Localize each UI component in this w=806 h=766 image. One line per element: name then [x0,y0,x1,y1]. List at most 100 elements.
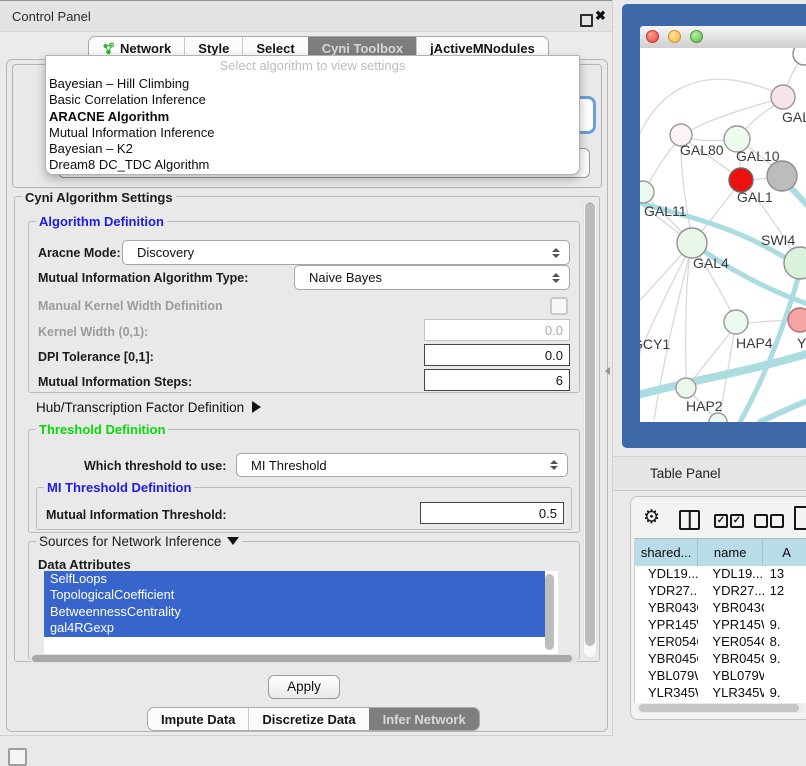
table-cell: YBR045C [635,651,698,668]
mode-tab-infer-network[interactable]: Infer Network [369,708,479,730]
attribute-list-item[interactable]: TopologicalCoefficient [44,587,545,603]
attribute-list-item[interactable]: SelfLoops [44,571,545,587]
table-row[interactable]: YLR345WYLR345W9. [635,685,806,702]
network-node-Y[interactable] [788,308,806,332]
split-columns-icon[interactable] [679,510,700,530]
dpi-tolerance-value: 0.0 [545,348,563,363]
dropdown-placeholder: Select algorithm to view settings [46,56,579,76]
table-cell: YDL19... [698,566,763,583]
settings-scrollbar-thumb[interactable] [585,202,595,646]
table-hscrollbar-thumb[interactable] [639,704,799,712]
table-cell [764,600,806,617]
table-row[interactable]: YBL079WYBL079W [635,668,806,685]
which-threshold-select[interactable]: MI Threshold [236,453,568,477]
sources-hscrollbar-thumb[interactable] [32,655,572,662]
table-row[interactable]: YBR045CYBR045C9. [635,651,806,668]
tab-label: jActiveMNodules [430,41,535,56]
node-label-Y: Y [797,335,806,351]
hub-definition-label: Hub/Transcription Factor Definition [36,400,244,415]
network-node-GAL[interactable] [771,85,795,109]
network-node-HAP2[interactable] [676,378,696,398]
table-row[interactable]: YDR27...YDR27...12 [635,583,806,600]
table-body: YDL19...YDL19...13YDR27...YDR27...12YBR0… [635,566,806,703]
algorithm-option[interactable]: Dream8 DC_TDC Algorithm [46,157,579,173]
mi-threshold-input[interactable]: 0.5 [420,502,564,524]
column-header-shared-[interactable]: shared... [635,539,698,566]
network-node-gray[interactable] [767,161,797,191]
network-node-HAP4[interactable] [724,310,748,334]
network-node-top[interactable] [793,48,806,65]
dpi-tolerance-input[interactable]: 0.0 [424,344,570,366]
aracne-mode-select[interactable]: Discovery [122,240,570,265]
table-row[interactable]: YPR145WYPR145W9. [635,617,806,634]
network-edge [640,79,783,188]
splitter-collapse-icon[interactable] [605,367,610,375]
algorithm-option[interactable]: Basic Correlation Inference [46,92,579,108]
select-all-icon[interactable]: ✓ [730,514,744,528]
table-cell: YLR345W [635,685,698,702]
table-row[interactable]: YDL19...YDL19...13 [635,566,806,583]
data-attributes-label: Data Attributes [38,557,131,572]
attribute-list-item[interactable]: BetweennessCentrality [44,604,545,620]
panel-title: Control Panel [12,9,91,24]
algorithm-option[interactable]: Bayesian – Hill Climbing [46,76,579,92]
algorithm-option[interactable]: ARACNE Algorithm [46,109,579,125]
mode-tab-impute-data[interactable]: Impute Data [148,708,248,730]
float-panel-icon[interactable] [580,14,593,27]
deselect-all-icon[interactable] [754,514,768,528]
column-header-a[interactable]: A [763,539,806,566]
sources-hscrollbar-track[interactable] [30,654,578,663]
algorithm-option[interactable]: Mutual Information Inference [46,125,579,141]
table-cell: YDR27... [635,583,698,600]
network-window-titlebar[interactable] [640,26,806,49]
gear-icon[interactable]: ⚙ [643,506,660,529]
table-cell: 8. [764,634,806,651]
kernel-width-label: Kernel Width (0,1): [38,325,148,339]
network-node-GAL11[interactable] [640,181,654,203]
mi-type-label: Mutual Information Algorithm Type: [38,271,248,285]
table-row[interactable]: YER054CYER054C8. [635,634,806,651]
manual-kernel-checkbox[interactable] [550,297,568,315]
kernel-width-input[interactable]: 0.0 [424,319,570,341]
table-hscrollbar-track[interactable] [637,703,805,713]
dropdown-item-list: Bayesian – Hill ClimbingBasic Correlatio… [46,76,579,174]
hub-definition-disclosure[interactable]: Hub/Transcription Factor Definition [36,400,261,415]
tab-label: Select [256,41,294,56]
table-cell: YPR145W [698,617,763,634]
spinner-arrows-icon [552,248,560,258]
close-icon[interactable]: ✖ [595,8,606,24]
table-cell: 13 [764,566,806,583]
sources-group-title[interactable]: Sources for Network Inference [36,534,242,549]
close-traffic-light-icon[interactable] [646,30,659,43]
algorithm-option[interactable]: Bayesian – K2 [46,141,579,157]
deselect-all-icon[interactable] [770,514,784,528]
dock-panel-icon[interactable] [8,748,27,766]
zoom-traffic-light-icon[interactable] [690,30,703,43]
table-cell: YBR045C [698,651,763,668]
table-row[interactable]: YBR043CYBR043C [635,600,806,617]
tab-label: Cyni Toolbox [322,41,403,56]
table-cell [764,668,806,685]
threshold-definition-title: Threshold Definition [36,422,168,437]
table-cell: 9. [764,685,806,702]
page-icon[interactable] [794,506,806,530]
node-label-SWI4: SWI4 [761,232,795,248]
network-node-GAL4[interactable] [677,228,707,258]
network-node-SWI4[interactable] [784,247,806,279]
attribute-list-item[interactable]: gal4RGexp [44,620,545,636]
data-attributes-list[interactable]: SelfLoopsTopologicalCoefficientBetweenne… [44,571,558,654]
column-header-name[interactable]: name [698,539,763,566]
select-all-icon[interactable]: ✓ [714,514,728,528]
network-canvas[interactable]: GALGAL80GAL10GAL1GAL11GAL4SWI4GCY1HAP4YH… [640,48,806,422]
table-cell: YER054C [635,634,698,651]
mi-type-select[interactable]: Naive Bayes [294,265,570,290]
apply-button[interactable]: Apply [268,675,340,699]
mode-tab-discretize-data[interactable]: Discretize Data [248,708,368,730]
node-label-GAL: GAL [782,109,806,125]
table-cell: YBL079W [635,668,698,685]
algorithm-dropdown-popup: Select algorithm to view settings Bayesi… [45,55,580,175]
attributes-scrollbar-thumb[interactable] [545,574,554,650]
mi-steps-input[interactable]: 6 [424,369,570,391]
minimize-traffic-light-icon[interactable] [668,30,681,43]
mi-steps-label: Mutual Information Steps: [38,375,192,389]
